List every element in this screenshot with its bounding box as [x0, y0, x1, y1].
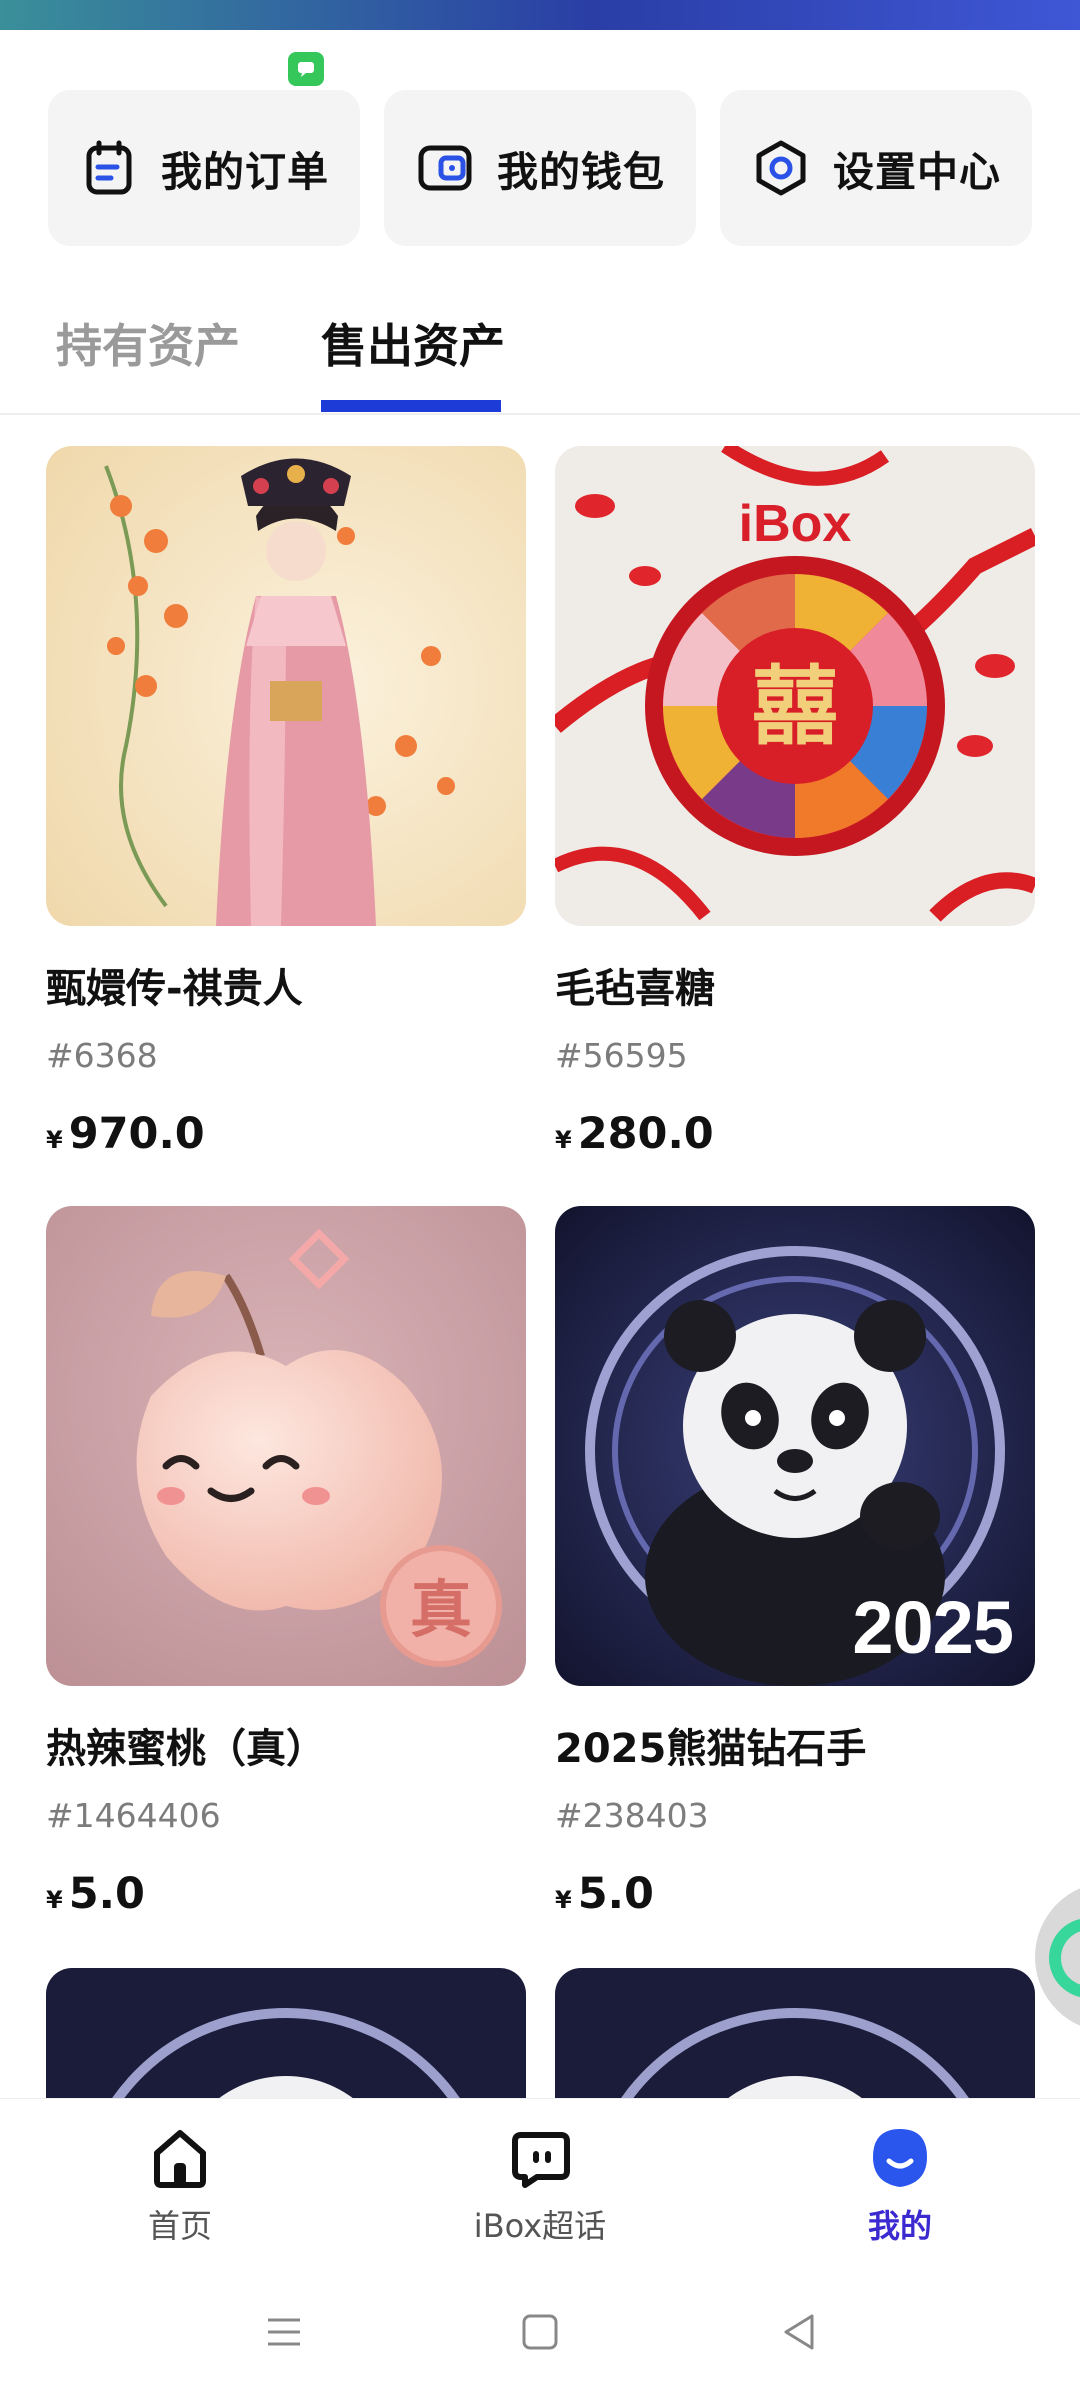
asset-card[interactable]: 甄嬛传-祺贵人 #6368 ¥ 970.0 [46, 446, 526, 1159]
asset-price: ¥ 970.0 [46, 1109, 526, 1159]
nav-home[interactable]: 首页 [70, 2125, 290, 2247]
tab-sold-assets[interactable]: 售出资产 [321, 310, 505, 376]
status-bar-strip [0, 0, 1080, 30]
asset-price: ¥ 5.0 [555, 1869, 1035, 1919]
asset-grid: 甄嬛传-祺贵人 #6368 ¥ 970.0 iBox 囍 毛毡喜糖 #56595… [0, 446, 1080, 2098]
nav-ibox-chat[interactable]: iBox超话 [430, 2125, 650, 2247]
currency-symbol: ¥ [555, 1126, 572, 1154]
my-orders-label: 我的订单 [161, 148, 329, 196]
asset-price: ¥ 5.0 [46, 1869, 526, 1919]
asset-thumbnail [46, 446, 526, 926]
zhen-seal-image-text: 真 [410, 1573, 472, 1646]
settings-center-label: 设置中心 [833, 148, 1001, 196]
asset-tabs: 持有资产 售出资产 [0, 290, 1080, 415]
asset-thumbnail [46, 1968, 526, 2098]
my-orders-button[interactable]: 我的订单 [48, 90, 360, 246]
asset-serial: #238403 [555, 1796, 709, 1835]
quick-actions: 我的订单 我的钱包 设置中心 [48, 90, 1032, 246]
wallet-icon [418, 145, 472, 191]
order-icon [86, 140, 132, 195]
asset-card[interactable]: 真 热辣蜜桃（真） #1464406 ¥ 5.0 [46, 1206, 526, 1919]
profile-icon [873, 2129, 927, 2187]
asset-thumbnail: iBox 囍 [555, 446, 1035, 926]
asset-title: 毛毡喜糖 [555, 966, 715, 1012]
price-value: 280.0 [577, 1109, 714, 1159]
ibox-image-logo: iBox [739, 495, 852, 553]
active-tab-indicator [321, 400, 501, 412]
settings-icon [756, 140, 806, 196]
home-system-button[interactable] [510, 2302, 570, 2362]
asset-card[interactable] [555, 1968, 1035, 2098]
my-wallet-label: 我的钱包 [497, 148, 665, 196]
asset-price: ¥ 280.0 [555, 1109, 1035, 1159]
nav-home-label: 首页 [147, 2207, 212, 2245]
menu-icon [268, 2318, 300, 2346]
home-icon [154, 2130, 206, 2188]
currency-symbol: ¥ [46, 1886, 63, 1914]
message-notification-icon [288, 52, 324, 86]
menu-button[interactable] [254, 2302, 314, 2362]
chat-icon [512, 2132, 570, 2188]
asset-serial: #56595 [555, 1036, 688, 1075]
price-value: 5.0 [68, 1869, 145, 1919]
asset-title: 热辣蜜桃（真） [46, 1726, 326, 1772]
currency-symbol: ¥ [46, 1126, 63, 1154]
bottom-navigation: 首页 iBox超话 我的 [0, 2098, 1080, 2258]
system-navigation-bar [0, 2258, 1080, 2400]
floating-ring-icon [1049, 1918, 1080, 1998]
settings-center-button[interactable]: 设置中心 [720, 90, 1032, 246]
price-value: 5.0 [577, 1869, 654, 1919]
asset-serial: #6368 [46, 1036, 158, 1075]
asset-thumbnail: 2025 [555, 1206, 1035, 1686]
tab-held-assets[interactable]: 持有资产 [56, 310, 240, 376]
nav-profile-label: 我的 [867, 2207, 932, 2245]
asset-card[interactable]: iBox 囍 毛毡喜糖 #56595 ¥ 280.0 [555, 446, 1035, 1159]
asset-title: 甄嬛传-祺贵人 [46, 966, 303, 1012]
back-button[interactable] [770, 2302, 830, 2362]
svg-text:囍: 囍 [752, 657, 838, 757]
square-icon [522, 2314, 558, 2350]
asset-card[interactable]: 2025 2025熊猫钻石手 #238403 ¥ 5.0 [555, 1206, 1035, 1919]
asset-card[interactable] [46, 1968, 526, 2098]
my-wallet-button[interactable]: 我的钱包 [384, 90, 696, 246]
year-badge: 2025 [852, 1586, 1014, 1669]
nav-profile[interactable]: 我的 [790, 2125, 1010, 2247]
asset-thumbnail [555, 1968, 1035, 2098]
asset-thumbnail: 真 [46, 1206, 526, 1686]
asset-title: 2025熊猫钻石手 [555, 1726, 867, 1772]
currency-symbol: ¥ [555, 1886, 572, 1914]
asset-serial: #1464406 [46, 1796, 221, 1835]
nav-ibox-chat-label: iBox超话 [473, 2207, 607, 2245]
back-triangle-icon [784, 2314, 814, 2350]
price-value: 970.0 [68, 1109, 205, 1159]
